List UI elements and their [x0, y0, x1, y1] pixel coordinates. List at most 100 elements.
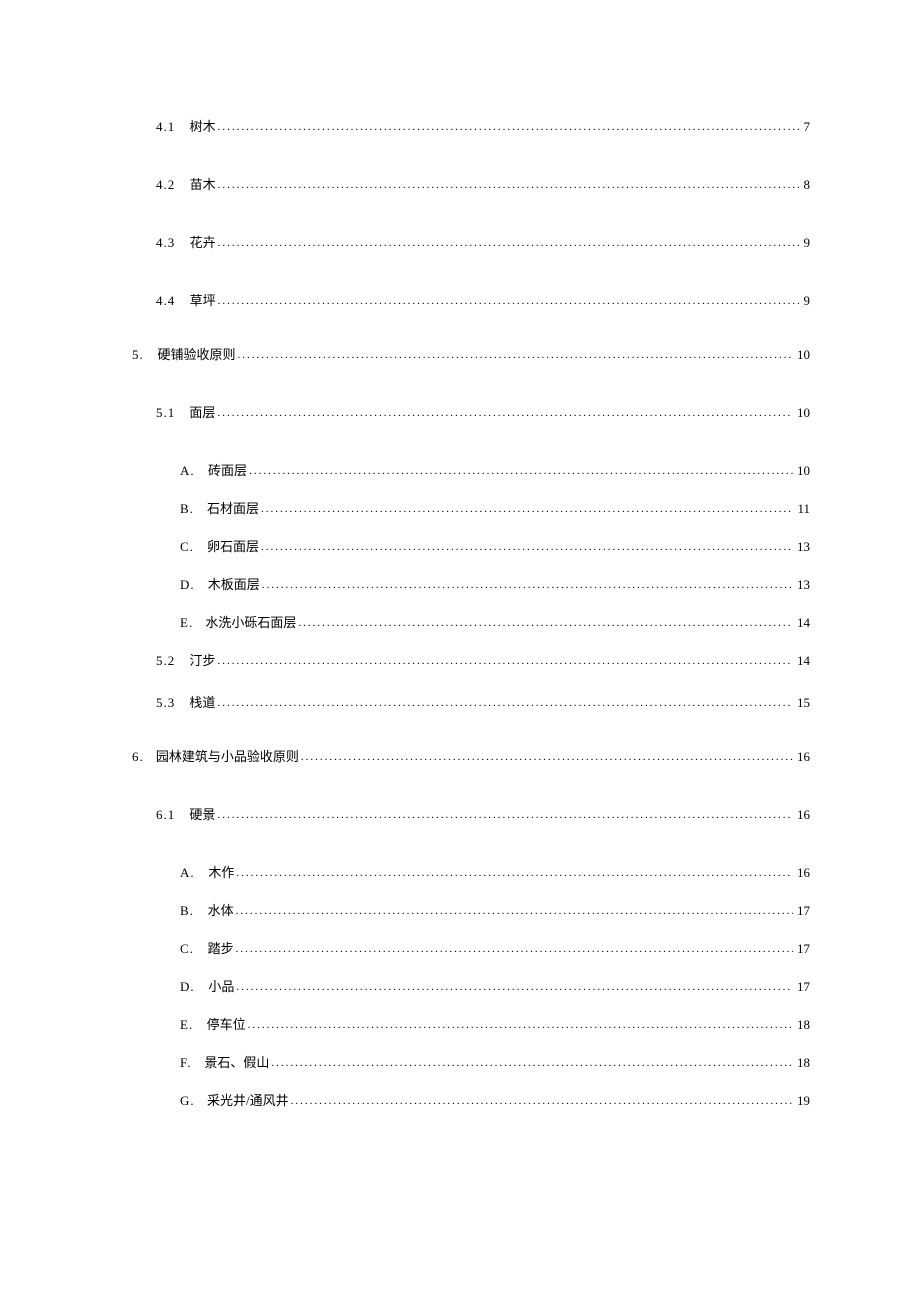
- toc-entry-title: 硬铺验收原则: [157, 348, 235, 361]
- toc-leader-dots: [262, 580, 793, 591]
- toc-entry: A. 木作 16: [132, 866, 810, 880]
- toc-entry-number: B.: [180, 502, 194, 515]
- toc-entry: B. 石材面层 11: [132, 502, 810, 516]
- toc-entry: 4.4 草坪 9: [132, 294, 810, 308]
- toc-leader-dots: [271, 1058, 793, 1069]
- toc-entry-title: 木作: [208, 866, 234, 879]
- toc-entry: 6.1 硬景 16: [132, 808, 810, 822]
- toc-entry-title: 卵石面层: [207, 540, 259, 553]
- toc-entry-title: 景石、假山: [204, 1056, 269, 1069]
- toc-entry-page: 17: [793, 904, 810, 917]
- toc-entry-title: 草坪: [190, 294, 216, 307]
- toc-entry-number: A.: [180, 464, 195, 477]
- toc-entry-title: 停车位: [207, 1018, 246, 1031]
- toc-entry: 5.3 栈道 15: [132, 696, 810, 710]
- toc-entry: F. 景石、假山 18: [132, 1056, 810, 1070]
- toc-entry-page: 14: [793, 654, 810, 667]
- toc-entry-number: 5.1: [156, 406, 175, 419]
- table-of-contents: 4.1树木74.2苗木84.3花卉94.4草坪95.硬铺验收原则105.1面层1…: [132, 120, 810, 1108]
- toc-leader-dots: [218, 180, 800, 191]
- toc-entry-number: C.: [180, 540, 194, 553]
- toc-leader-dots: [261, 504, 793, 515]
- toc-leader-dots: [261, 542, 793, 553]
- toc-leader-dots: [298, 618, 793, 629]
- toc-entry-page: 17: [793, 980, 810, 993]
- toc-entry: C.踏步17: [132, 942, 810, 956]
- toc-entry-number: E.: [180, 616, 193, 629]
- toc-entry-number: 5.3: [156, 696, 175, 709]
- toc-entry-title: 花卉: [190, 236, 216, 249]
- toc-entry-title: 踏步: [208, 942, 234, 955]
- toc-entry-page: 19: [793, 1094, 810, 1107]
- toc-entry-number: 4.2: [156, 178, 175, 191]
- toc-entry-number: A.: [180, 866, 195, 879]
- toc-entry-number: G.: [180, 1094, 195, 1107]
- toc-entry-number: B.: [180, 904, 194, 917]
- toc-entry-page: 16: [793, 750, 810, 763]
- toc-leader-dots: [237, 350, 793, 361]
- toc-entry: 4.2苗木8: [132, 178, 810, 192]
- toc-entry: G. 采光井/通风井 19: [132, 1094, 810, 1108]
- toc-entry-page: 15: [793, 696, 810, 709]
- toc-entry-page: 9: [800, 236, 811, 249]
- toc-entry: 4.3 花卉 9: [132, 236, 810, 250]
- document-page: 4.1树木74.2苗木84.3花卉94.4草坪95.硬铺验收原则105.1面层1…: [0, 0, 920, 1302]
- toc-entry: A. 砖面层 10: [132, 464, 810, 478]
- toc-entry-page: 16: [793, 866, 810, 879]
- toc-entry-number: 5.: [132, 348, 144, 361]
- toc-entry: D.小品17: [132, 980, 810, 994]
- toc-entry-number: C.: [180, 942, 194, 955]
- toc-entry-page: 16: [793, 808, 810, 821]
- toc-entry-title: 园林建筑与小品验收原则: [156, 750, 299, 763]
- toc-entry-title: 小品: [208, 980, 234, 993]
- toc-entry-number: 5.2: [156, 654, 175, 667]
- toc-entry-title: 硬景: [189, 808, 215, 821]
- toc-entry-number: 6.1: [156, 808, 175, 821]
- toc-entry-page: 14: [793, 616, 810, 629]
- toc-entry-title: 面层: [189, 406, 215, 419]
- toc-leader-dots: [248, 1020, 793, 1031]
- toc-entry-page: 13: [793, 540, 810, 553]
- toc-entry: D. 木板面层 13: [132, 578, 810, 592]
- toc-entry-title: 木板面层: [208, 578, 260, 591]
- toc-leader-dots: [236, 982, 793, 993]
- toc-entry: 5. 硬铺验收原则 10: [132, 348, 810, 362]
- toc-leader-dots: [236, 944, 793, 955]
- toc-leader-dots: [217, 408, 793, 419]
- toc-entry-page: 10: [793, 348, 810, 361]
- toc-entry-title: 砖面层: [208, 464, 247, 477]
- toc-entry-title: 苗木: [190, 178, 216, 191]
- toc-entry-title: 石材面层: [207, 502, 259, 515]
- toc-leader-dots: [217, 698, 793, 709]
- toc-entry-title: 水洗小砾石面层: [205, 616, 296, 629]
- toc-entry-page: 7: [800, 120, 811, 133]
- toc-entry-page: 9: [800, 294, 811, 307]
- toc-entry-number: D.: [180, 578, 195, 591]
- toc-entry-number: 6.: [132, 750, 144, 763]
- toc-leader-dots: [218, 296, 800, 307]
- toc-leader-dots: [249, 466, 793, 477]
- toc-leader-dots: [236, 906, 793, 917]
- toc-entry-number: 4.4: [156, 294, 175, 307]
- toc-entry-title: 栈道: [189, 696, 215, 709]
- toc-entry-number: 4.3: [156, 236, 175, 249]
- toc-leader-dots: [301, 752, 793, 763]
- toc-leader-dots: [236, 868, 793, 879]
- toc-entry: 4.1树木7: [132, 120, 810, 134]
- toc-leader-dots: [217, 810, 793, 821]
- toc-entry-page: 13: [793, 578, 810, 591]
- toc-entry-number: F.: [180, 1056, 191, 1069]
- toc-entry: B.水体17: [132, 904, 810, 918]
- toc-entry-title: 汀步: [189, 654, 215, 667]
- toc-entry: E. 水洗小砾石面层 14: [132, 616, 810, 630]
- toc-leader-dots: [217, 656, 793, 667]
- toc-entry-number: 4.1: [156, 120, 175, 133]
- toc-entry-title: 采光井/通风井: [207, 1094, 289, 1107]
- toc-entry-page: 10: [793, 406, 810, 419]
- toc-entry-page: 11: [793, 502, 810, 515]
- toc-leader-dots: [218, 122, 800, 133]
- toc-entry-page: 18: [793, 1056, 810, 1069]
- toc-leader-dots: [291, 1096, 793, 1107]
- toc-entry: E.停车位18: [132, 1018, 810, 1032]
- toc-entry-page: 10: [793, 464, 810, 477]
